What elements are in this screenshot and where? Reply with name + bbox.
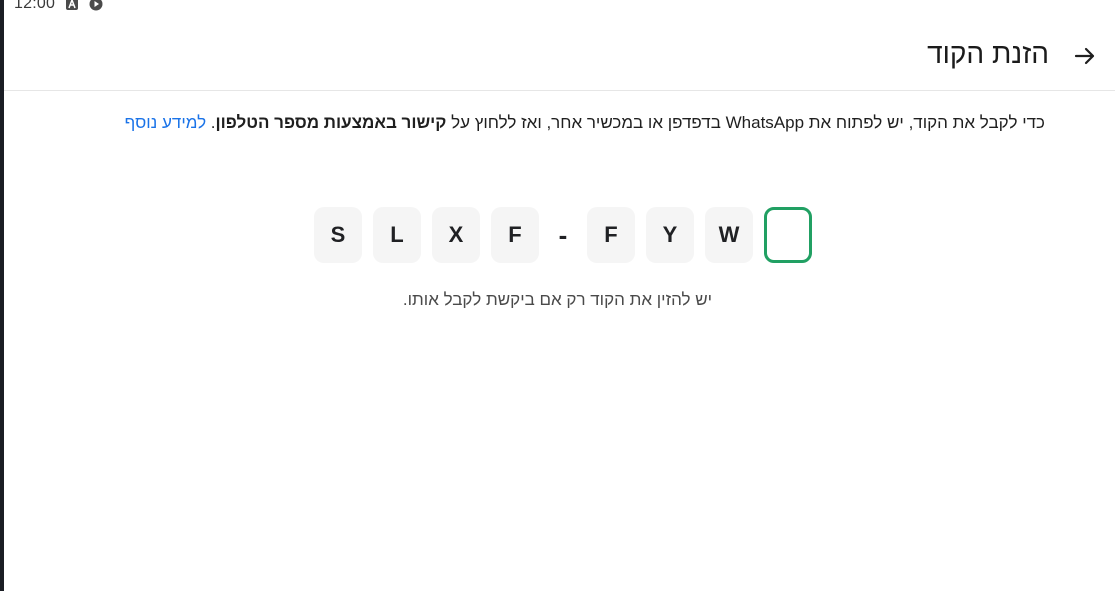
- status-time: 12:00: [14, 0, 56, 12]
- code-input-row: S L X F - F Y W: [314, 207, 823, 263]
- instruction-part1: כדי לקבל את הקוד, יש לפתוח את WhatsApp ב…: [446, 113, 1045, 132]
- code-box-4[interactable]: F: [491, 207, 539, 263]
- a-icon: [65, 0, 79, 11]
- status-bar: 12:00: [14, 0, 103, 14]
- app-header: הזנת הקוד: [4, 18, 1115, 91]
- code-box-6[interactable]: Y: [646, 207, 694, 263]
- code-box-8-active[interactable]: [764, 207, 812, 263]
- code-box-5[interactable]: F: [587, 207, 635, 263]
- play-icon: [89, 0, 103, 11]
- code-box-2[interactable]: L: [373, 207, 421, 263]
- learn-more-link[interactable]: למידע נוסף: [125, 113, 206, 132]
- code-separator: -: [558, 219, 568, 250]
- instruction-bold: קישור באמצעות מספר הטלפון: [215, 113, 447, 132]
- instruction-text: כדי לקבל את הקוד, יש לפתוח את WhatsApp ב…: [70, 113, 1045, 133]
- hint-text: יש להזין את הקוד רק אם ביקשת לקבל אותו.: [402, 290, 713, 309]
- code-box-7[interactable]: W: [705, 207, 753, 263]
- instruction-part2: .: [206, 113, 216, 132]
- arrow-right-icon[interactable]: [1073, 44, 1097, 68]
- code-box-3[interactable]: X: [432, 207, 480, 263]
- page-title: הזנת הקוד: [927, 38, 1049, 69]
- code-box-1[interactable]: S: [314, 207, 362, 263]
